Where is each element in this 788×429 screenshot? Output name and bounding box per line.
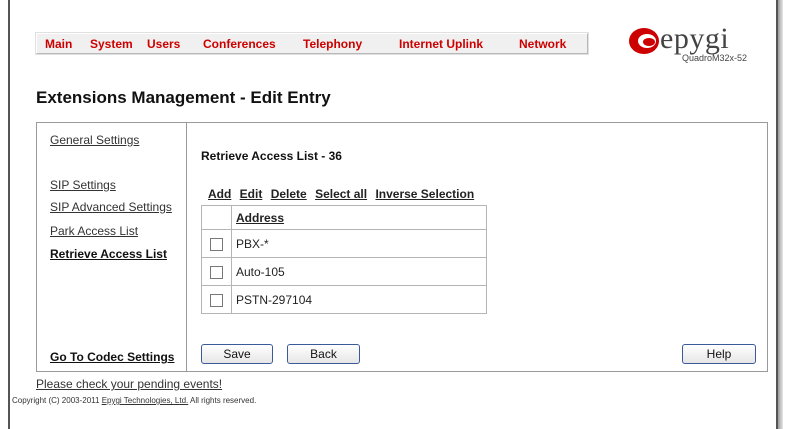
address-column-header[interactable]: Address xyxy=(231,205,487,230)
select-column-header xyxy=(201,205,232,230)
table-row: Auto-105 xyxy=(201,257,487,286)
window-shadow xyxy=(778,0,783,429)
copyright-suffix: All rights reserved. xyxy=(190,396,257,405)
row-checkbox[interactable] xyxy=(210,237,223,251)
sidebar-item-retrieve-access-list[interactable]: Retrieve Access List xyxy=(50,247,167,261)
page-title: Extensions Management - Edit Entry xyxy=(36,88,331,107)
nav-users[interactable]: Users xyxy=(147,37,180,51)
device-model: QuadroM32x-52 xyxy=(682,53,748,63)
epygi-logo: epygi QuadroM32x-52 xyxy=(628,22,758,66)
address-cell: Auto-105 xyxy=(231,257,487,286)
nav-conferences[interactable]: Conferences xyxy=(203,37,276,51)
help-button[interactable]: Help xyxy=(682,344,756,364)
sidebar-item-sip-advanced-settings[interactable]: SIP Advanced Settings xyxy=(50,200,172,214)
delete-link[interactable]: Delete xyxy=(271,187,307,201)
inverse-selection-link[interactable]: Inverse Selection xyxy=(375,187,474,201)
nav-network[interactable]: Network xyxy=(519,37,566,51)
epygi-swoosh-icon xyxy=(629,28,659,54)
nav-system[interactable]: System xyxy=(90,37,133,51)
row-checkbox[interactable] xyxy=(210,293,223,307)
save-button[interactable]: Save xyxy=(201,344,273,364)
row-checkbox-cell xyxy=(201,257,232,286)
pending-events-link[interactable]: Please check your pending events! xyxy=(36,377,222,391)
nav-internet-uplink[interactable]: Internet Uplink xyxy=(399,37,483,51)
sidebar-item-park-access-list[interactable]: Park Access List xyxy=(50,224,138,238)
table-row: PSTN-297104 xyxy=(201,285,487,314)
table-header-row: Address xyxy=(201,205,487,230)
go-to-codec-settings-link[interactable]: Go To Codec Settings xyxy=(50,350,174,364)
main-panel: General Settings SIP Settings SIP Advanc… xyxy=(36,122,768,372)
add-link[interactable]: Add xyxy=(208,187,231,201)
content-area: Retrieve Access List - 36 Add Edit Delet… xyxy=(188,123,767,371)
copyright-prefix: Copyright (C) 2003-2011 xyxy=(12,396,100,405)
sidebar-item-general-settings[interactable]: General Settings xyxy=(50,133,139,147)
back-button[interactable]: Back xyxy=(287,344,360,364)
top-navigation: Main System Users Conferences Telephony … xyxy=(36,33,588,54)
edit-link[interactable]: Edit xyxy=(240,187,263,201)
nav-main[interactable]: Main xyxy=(45,37,72,51)
nav-telephony[interactable]: Telephony xyxy=(303,37,362,51)
company-link[interactable]: Epygi Technologies, Ltd. xyxy=(102,396,189,405)
select-all-link[interactable]: Select all xyxy=(315,187,367,201)
address-cell: PBX-* xyxy=(231,229,487,258)
sidebar: General Settings SIP Settings SIP Advanc… xyxy=(37,123,187,371)
row-checkbox-cell xyxy=(201,285,232,314)
logo-brand: epygi xyxy=(660,22,730,55)
access-list-table: Address PBX-* Auto-105 PSTN-297104 xyxy=(201,205,487,314)
section-title: Retrieve Access List - 36 xyxy=(201,149,342,163)
row-checkbox-cell xyxy=(201,229,232,258)
table-row: PBX-* xyxy=(201,229,487,258)
list-toolbar: Add Edit Delete Select all Inverse Selec… xyxy=(208,187,479,201)
sidebar-item-sip-settings[interactable]: SIP Settings xyxy=(50,178,116,192)
row-checkbox[interactable] xyxy=(210,265,223,279)
address-cell: PSTN-297104 xyxy=(231,285,487,314)
copyright: Copyright (C) 2003-2011 Epygi Technologi… xyxy=(12,396,256,405)
